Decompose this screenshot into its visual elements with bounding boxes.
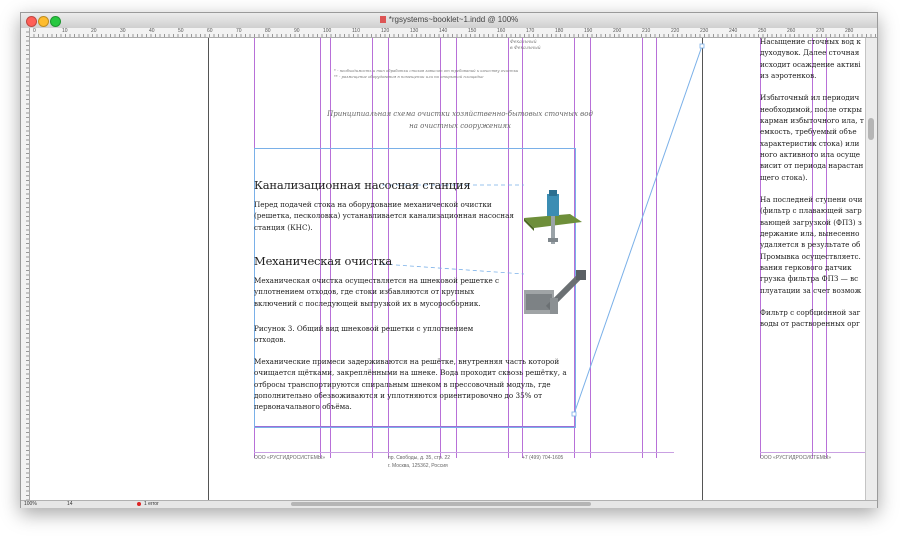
ruler-tick-label: 120 [381,28,390,34]
right-page-line: емкость, требуемый объе [760,127,857,137]
ruler-tick-label: 240 [729,28,738,34]
right-page-line: необходимой, после откры [760,104,862,114]
right-footer-company: ООО «РУСГИДРОСИСТЕМЫ» [760,455,832,461]
preflight-error-icon[interactable] [137,502,141,506]
right-page-line: духодувок. Далее сточная [760,48,860,58]
vertical-ruler[interactable] [21,28,30,500]
section-heading-pump-station: Канализационная насосная станция [254,178,471,192]
ruler-tick-label: 50 [178,28,184,34]
ruler-tick-label: 30 [120,28,126,34]
ruler-tick-label: 140 [439,28,448,34]
right-page-line: Фильтр с сорбционной заг [760,308,861,318]
ruler-tick-label: 250 [758,28,767,34]
small-note-2: ** - размещение оборудования в помещении… [334,74,484,79]
document-icon [379,16,386,23]
ruler-tick-label: 0 [33,28,36,34]
right-page-line: висит от периода нарастан [760,161,864,171]
screw-screen-image [524,270,586,314]
ruler-tick-label: 150 [468,28,477,34]
vertical-scrollbar[interactable] [865,38,877,500]
ruler-tick-label: 80 [265,28,271,34]
status-bar: 100% 14 1 error [21,500,877,508]
section-heading-mechanical: Механическая очистка [254,254,393,268]
right-page-line [760,81,866,92]
ruler-tick-label: 130 [410,28,419,34]
diagram-note-2: в Фекальный [510,46,541,51]
right-page-line: (фильтр с плавающей загр [760,206,862,216]
pump-station-image [524,190,582,244]
diagram-note-1: Фекальный [510,40,537,45]
right-page-line: вания геркового датчик [760,262,852,272]
ruler-tick-label: 160 [497,28,506,34]
title-bar[interactable]: *rgsystems~booklet~1.indd @ 100% [21,13,877,29]
right-page-line: карман избыточного ила, т [760,116,864,126]
ruler-tick-label: 270 [816,28,825,34]
ruler-tick-label: 210 [642,28,651,34]
ruler-tick-label: 230 [700,28,709,34]
right-page-line: удаляется в результате об [760,240,861,250]
ruler-tick-label: 280 [845,28,854,34]
document-canvas[interactable]: Фекальный в Фекальный * - необходимость … [30,38,866,500]
right-page-line: щего стока). [760,172,808,182]
ruler-tick-label: 90 [294,28,300,34]
ruler-tick-label: 40 [149,28,155,34]
ruler-tick-label: 20 [91,28,97,34]
ruler-tick-label: 200 [613,28,622,34]
section-paragraph: Перед подачей стока на оборудование меха… [254,200,514,232]
right-page-line: На последней ступени очи [760,195,863,205]
footer-company: ООО «РУСГИДРОСИСТЕМЫ» [254,455,326,461]
small-note-1: * - необходимость и тип обработки стоков… [334,68,519,73]
ruler-tick-label: 190 [584,28,593,34]
caption-line-2: на очистных сооружениях [409,122,511,130]
right-page-line: Промывка осуществляетс. [760,251,861,261]
section-paragraph: Механическая очистка осуществляется на ш… [254,276,500,308]
vertical-scroll-thumb[interactable] [868,118,874,140]
footer-address-line-1: пр. Свободы, д. 35, стр. 22 [388,455,451,461]
ruler-tick-label: 10 [62,28,68,34]
section-paragraph: Механические примеси задерживаются на ре… [254,357,567,412]
right-page-line: ного активного ила осуще [760,149,861,159]
ruler-tick-label: 180 [555,28,564,34]
diagram-caption: Принципиальная схема очистки хозяйственн… [310,108,610,132]
ruler-tick-label: 110 [352,28,360,34]
footer-address-line-2: г. Москва, 125362, Россия [388,463,448,469]
right-page-line: Избыточный ил периодич [760,93,860,103]
right-page-line: исходит осаждение активі [760,59,861,69]
right-page-line [760,296,866,307]
right-page-line: вающей загрузкой (ФПЗ) з [760,217,862,227]
ruler-tick-label: 170 [526,28,535,34]
right-page-line: из аэротенков. [760,70,817,80]
right-page-line: характеристик стока) или [760,138,860,148]
figure-caption: Рисунок 3. Общий вид шнековой решетки с … [254,324,474,345]
right-page-line: воды от растворенных орг [760,319,860,329]
right-page-line: плуатации за счет возмож [760,285,862,295]
right-page-line: держание ила, вынесенно [760,229,860,239]
right-page-line: грузка фильтра ФПЗ — вс [760,274,859,284]
right-page-line [760,183,866,194]
horizontal-ruler[interactable]: 0 10 20 30 40 50 60 70 80 90 100 110 120 130 140 150 160… [29,28,877,38]
preflight-status[interactable]: 1 error [144,501,159,507]
ruler-tick-label: 100 [323,28,332,34]
ruler-tick-label: 60 [207,28,213,34]
horizontal-scroll-thumb[interactable] [291,502,591,506]
zoom-level[interactable]: 100% [24,501,37,507]
ruler-tick-label: 220 [671,28,680,34]
page-number[interactable]: 14 [67,501,73,507]
ruler-tick-label: 260 [787,28,796,34]
ruler-tick-label: 70 [236,28,242,34]
window-title-text: *rgsystems~booklet~1.indd @ 100% [388,15,519,24]
footer-phone: +7 (499) 704-1605 [522,455,564,461]
right-page-line: Насыщение сточных вод к [760,38,861,46]
window-title: *rgsystems~booklet~1.indd @ 100% [21,15,877,24]
right-page-text: Насыщение сточных вод к духодувок. Далее … [760,38,866,330]
indesign-window: *rgsystems~booklet~1.indd @ 100% 0 10 20 30… [20,12,878,508]
caption-line-1: Принципиальная схема очистки хозяйственн… [327,110,593,118]
